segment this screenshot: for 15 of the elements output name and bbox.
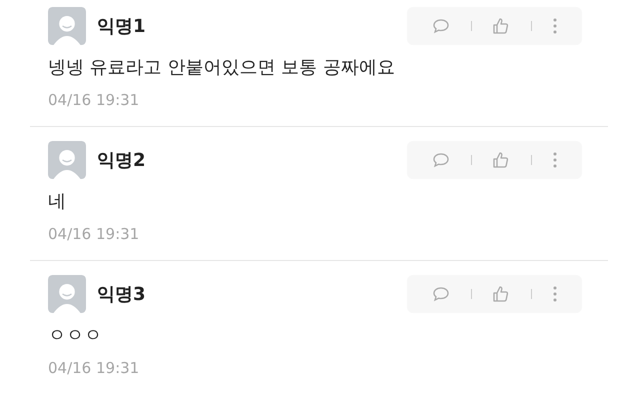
comment-text: 네 xyxy=(48,190,67,213)
author-name: 익명3 xyxy=(97,283,146,306)
author-name: 익명2 xyxy=(97,149,146,172)
comment-text: 넹넹 유료라고 안붙어있으면 보통 공짜에요 xyxy=(48,56,396,79)
avatar-icon xyxy=(48,275,86,313)
more-icon[interactable] xyxy=(552,16,558,36)
comment-time: 04/16 19:31 xyxy=(48,225,140,243)
more-icon[interactable] xyxy=(552,150,558,170)
author-name: 익명1 xyxy=(97,15,146,38)
more-icon[interactable] xyxy=(552,284,558,304)
avatar-icon xyxy=(48,7,86,45)
avatar-icon xyxy=(48,141,86,179)
comment-time: 04/16 19:31 xyxy=(48,359,140,377)
comment-time: 04/16 19:31 xyxy=(48,91,140,109)
comment-text: ㅇㅇㅇ xyxy=(48,324,103,347)
